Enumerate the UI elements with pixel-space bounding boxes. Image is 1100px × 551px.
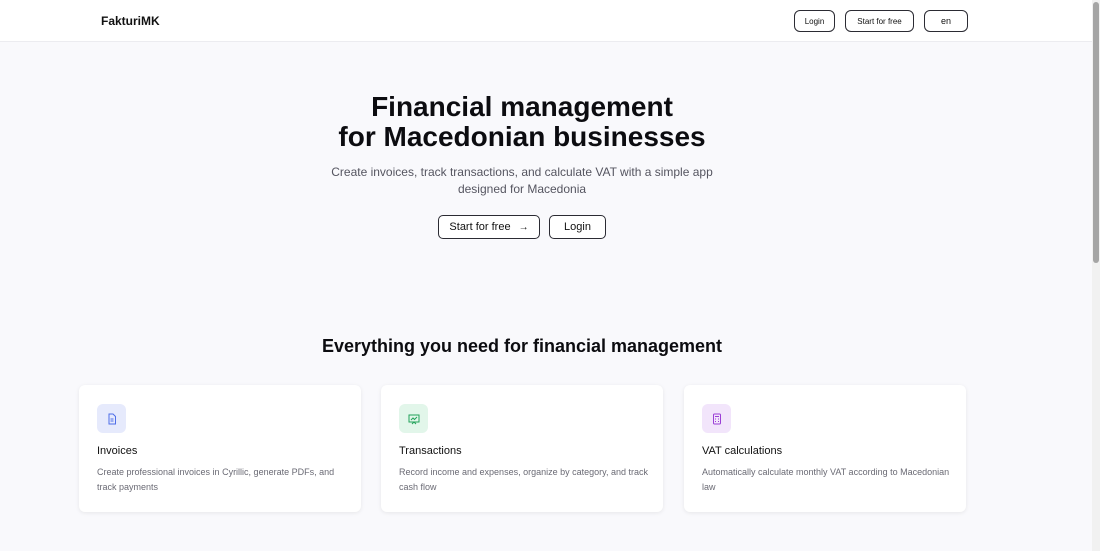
document-icon <box>97 404 126 433</box>
page-scrollbar[interactable] <box>1092 0 1100 551</box>
feature-description: Record income and expenses, organize by … <box>399 467 648 492</box>
arrow-right-icon: → <box>518 221 529 233</box>
hero-subtitle: Create invoices, track transactions, and… <box>331 165 713 196</box>
hero-login-button[interactable]: Login <box>549 215 606 239</box>
login-button[interactable]: Login <box>794 10 835 32</box>
hero-title: Financial management for Macedonian busi… <box>0 92 1044 152</box>
feature-title: Transactions <box>399 445 462 457</box>
hero-start-for-free-button[interactable]: Start for free → <box>438 215 540 239</box>
feature-description: Create professional invoices in Cyrillic… <box>97 467 335 492</box>
feature-card-transactions: Transactions Record income and expenses,… <box>381 385 663 512</box>
logo[interactable]: FakturiMK <box>101 14 160 28</box>
top-navbar: FakturiMK Login Start for free en <box>0 0 1092 42</box>
hero-title-line2: for Macedonian businesses <box>338 121 706 152</box>
feature-title: VAT calculations <box>702 445 783 457</box>
language-selector[interactable]: en <box>924 10 968 32</box>
feature-title: Invoices <box>97 445 138 457</box>
calculator-icon <box>702 404 731 433</box>
hero-title-line1: Financial management <box>371 91 673 122</box>
chart-icon <box>399 404 428 433</box>
feature-card-vat: VAT calculations Automatically calculate… <box>684 385 966 512</box>
start-for-free-button[interactable]: Start for free <box>845 10 914 32</box>
feature-description: Automatically calculate monthly VAT acco… <box>702 467 950 492</box>
feature-card-invoices: Invoices Create professional invoices in… <box>79 385 361 512</box>
main-content: Financial management for Macedonian busi… <box>0 42 1092 551</box>
hero-start-label: Start for free <box>449 221 511 233</box>
scrollbar-thumb[interactable] <box>1093 2 1099 263</box>
features-title: Everything you need for financial manage… <box>321 336 723 356</box>
